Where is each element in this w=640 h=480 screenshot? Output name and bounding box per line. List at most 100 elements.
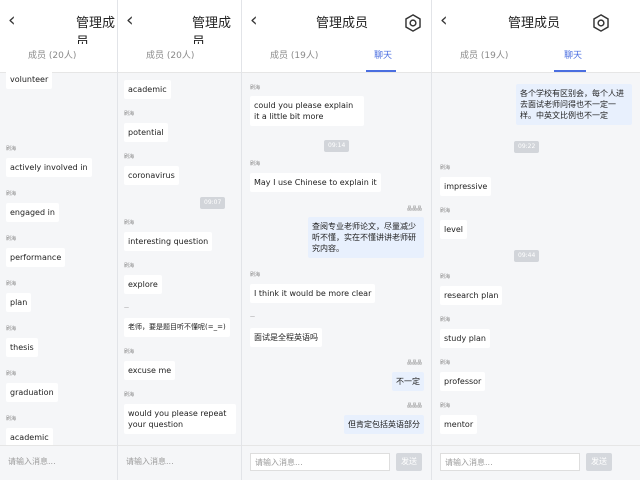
message-bubble-mine: 各个学校有区别会，每个人进去面试老师问得也不一定一样。中英文比例也不一定 — [516, 84, 632, 125]
message-bubble: plan — [6, 293, 32, 312]
header: ‹ 管理成员 — [242, 0, 432, 44]
sender-name: 刷海 — [124, 220, 135, 226]
sender-name: 刷海 — [6, 416, 17, 422]
sender-name: 刷海 — [440, 360, 451, 366]
sender-name: 刷海 — [440, 317, 451, 323]
sender-name: 刷海 — [6, 326, 17, 332]
message-bubble: could you please explain it a little bit… — [250, 96, 364, 126]
sender-name: 刷海 — [440, 274, 451, 280]
message-bubble: May I use Chinese to explain it — [250, 173, 381, 192]
timestamp: 09:07 — [200, 197, 226, 209]
sender-name: 晶晶晶 — [406, 206, 422, 212]
header: ‹ 管理成员 — [432, 0, 640, 44]
sender-name: 刷海 — [440, 403, 451, 409]
back-arrow-icon[interactable]: ‹ — [8, 8, 16, 32]
message-bubble: level — [440, 220, 468, 239]
message-bubble-mine: 查阅专业老师论文，尽量减少听不懂，实在不懂讲讲老师研究内容。 — [308, 217, 424, 258]
tab-members[interactable]: 成员 (20人) — [146, 48, 194, 61]
settings-gear-icon[interactable] — [592, 14, 610, 32]
timestamp: 09:14 — [324, 140, 350, 152]
message-bubble: professor — [440, 372, 486, 391]
sender-name: 刷海 — [440, 208, 451, 214]
sender-name: 刷海 — [6, 371, 17, 377]
message-bubble: 面试是全程英语吗 — [250, 328, 322, 347]
message-bubble: potential — [124, 123, 168, 142]
sender-name: 晶晶晶 — [406, 403, 422, 409]
sender-name: 刷海 — [124, 111, 135, 117]
chat-screen-2: ‹ 管理成员 成员 (20人) academic 刷海 potential 刷海… — [118, 0, 242, 480]
sender-name: 刷海 — [6, 146, 17, 152]
message-input[interactable]: 请输入消息... — [4, 453, 112, 471]
message-list: volunteer 刷海 actively involved in 刷海 eng… — [0, 70, 118, 447]
message-bubble: explore — [124, 275, 162, 294]
sender-name: — — [124, 305, 129, 311]
chat-screen-1: ‹ 管理成员 成员 (20人) volunteer 刷海 actively in… — [0, 0, 118, 480]
settings-gear-icon[interactable] — [404, 14, 422, 32]
tab-bar: 成员 (20人) — [0, 44, 118, 73]
input-bar: 请输入消息... 发送 — [242, 445, 432, 480]
message-bubble-mine: 但肯定包括英语部分 — [344, 415, 424, 434]
timestamp: 09:22 — [514, 141, 540, 153]
message-bubble: academic — [124, 80, 171, 99]
message-bubble: 老师，要是题目听不懂呢(=_=) — [124, 318, 230, 337]
message-list: 各个学校有区别会，每个人进去面试老师问得也不一定一样。中英文比例也不一定 09:… — [432, 72, 640, 446]
send-button[interactable]: 发送 — [396, 453, 422, 471]
message-list: academic 刷海 potential 刷海 coronavirus 09:… — [118, 72, 242, 446]
header: ‹ 管理成员 — [118, 0, 242, 50]
back-arrow-icon[interactable]: ‹ — [440, 8, 448, 32]
message-bubble: volunteer — [6, 70, 53, 89]
tab-bar: 成员 (19人) 聊天 — [242, 44, 432, 73]
message-bubble: impressive — [440, 177, 492, 196]
message-bubble: would you please repeat your question — [124, 404, 236, 434]
message-bubble: graduation — [6, 383, 58, 402]
tab-bar: 成员 (20人) — [118, 44, 242, 73]
send-button[interactable]: 发送 — [586, 453, 612, 471]
message-bubble: coronavirus — [124, 166, 179, 185]
input-bar: 请输入消息... — [0, 445, 118, 480]
tab-bar: 成员 (19人) 聊天 — [432, 44, 640, 73]
sender-name: 刷海 — [250, 272, 261, 278]
tab-members[interactable]: 成员 (19人) — [270, 48, 318, 61]
sender-name: 刷海 — [6, 281, 17, 287]
input-bar: 请输入消息... — [118, 445, 242, 480]
message-bubble: engaged in — [6, 203, 59, 222]
back-arrow-icon[interactable]: ‹ — [250, 8, 258, 32]
message-bubble: performance — [6, 248, 66, 267]
tab-members[interactable]: 成员 (19人) — [460, 48, 508, 61]
sender-name: 刷海 — [250, 85, 261, 91]
message-bubble-mine: 不一定 — [392, 372, 424, 391]
sender-name: 刷海 — [6, 191, 17, 197]
message-bubble: I think it would be more clear — [250, 284, 376, 303]
sender-name: 晶晶晶 — [406, 360, 422, 366]
message-bubble: excuse me — [124, 361, 176, 380]
back-arrow-icon[interactable]: ‹ — [126, 8, 134, 32]
sender-name: — — [250, 314, 255, 320]
tab-chat[interactable]: 聊天 — [374, 48, 392, 61]
message-bubble: actively involved in — [6, 158, 92, 177]
message-input[interactable]: 请输入消息... — [440, 453, 580, 471]
message-bubble: mentor — [440, 415, 478, 434]
message-bubble: study plan — [440, 329, 491, 348]
page-title: 管理成员 — [508, 16, 561, 31]
tab-chat[interactable]: 聊天 — [564, 48, 582, 61]
message-bubble: research plan — [440, 286, 503, 305]
timestamp: 09:44 — [514, 250, 540, 262]
header: ‹ 管理成员 — [0, 0, 118, 50]
tab-members[interactable]: 成员 (20人) — [28, 48, 76, 61]
sender-name: 刷海 — [440, 165, 451, 171]
sender-name: 刷海 — [124, 349, 135, 355]
chat-screen-4: ‹ 管理成员 成员 (19人) 聊天 各个学校有区别会，每个人进去面试老师问得也… — [432, 0, 640, 480]
message-bubble: thesis — [6, 338, 38, 357]
sender-name: 刷海 — [124, 263, 135, 269]
message-input[interactable]: 请输入消息... — [250, 453, 390, 471]
sender-name: 刷海 — [250, 161, 261, 167]
sender-name: 刷海 — [6, 236, 17, 242]
sender-name: 刷海 — [124, 392, 135, 398]
chat-screen-3: ‹ 管理成员 成员 (19人) 聊天 刷海 could you please e… — [242, 0, 432, 480]
sender-name: 刷海 — [124, 154, 135, 160]
message-input[interactable]: 请输入消息... — [122, 453, 238, 471]
message-bubble: interesting question — [124, 232, 213, 251]
page-title: 管理成员 — [316, 16, 369, 31]
input-bar: 请输入消息... 发送 — [432, 445, 640, 480]
message-list: 刷海 could you please explain it a little … — [242, 72, 432, 446]
